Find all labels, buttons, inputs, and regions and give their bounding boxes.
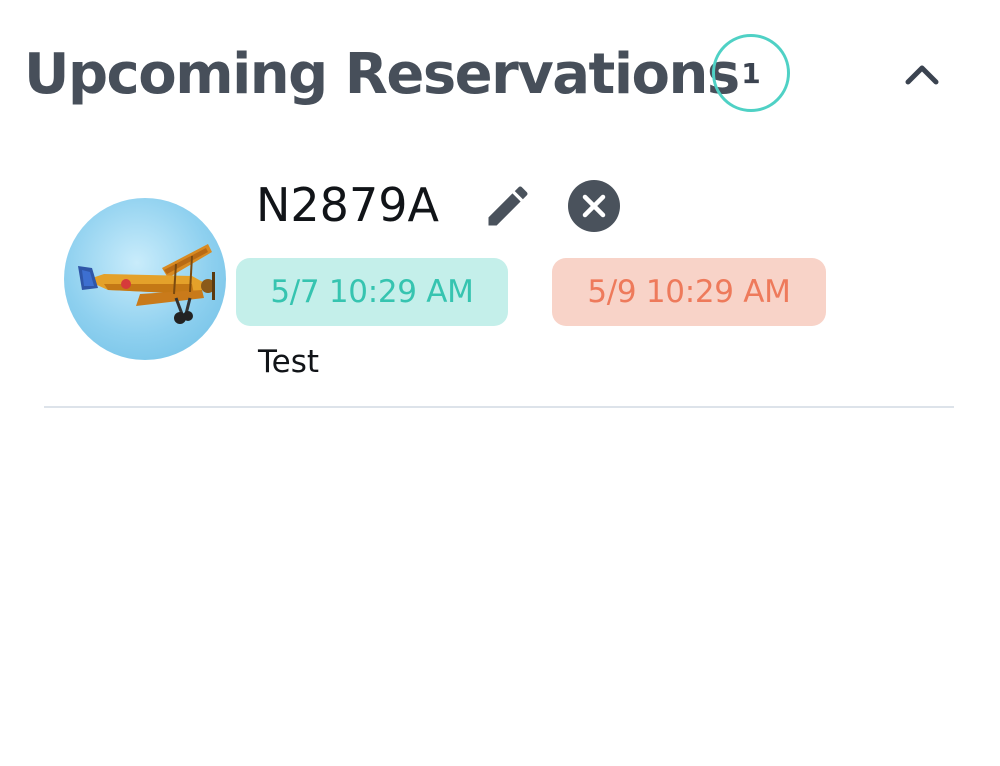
biplane-image — [78, 244, 215, 324]
reservation-note: Test — [258, 344, 320, 380]
cancel-reservation-button[interactable] — [566, 178, 622, 234]
section-header: Upcoming Reservations 1 — [24, 34, 960, 116]
upcoming-reservations-panel: Upcoming Reservations 1 N2879A 5/7 10:29… — [0, 0, 1000, 766]
edit-reservation-button[interactable] — [480, 178, 536, 234]
start-time-chip: 5/7 10:29 AM — [236, 258, 508, 326]
collapse-button[interactable] — [900, 52, 944, 96]
divider — [44, 406, 954, 408]
reservation-item[interactable]: N2879A 5/7 10:29 AM 5/9 10:29 AM Test — [44, 160, 954, 408]
reservation-count-badge: 1 — [712, 34, 790, 112]
chevron-up-icon — [905, 65, 939, 85]
end-time-chip: 5/9 10:29 AM — [552, 258, 826, 326]
pencil-icon — [488, 186, 528, 226]
close-circle-icon — [568, 180, 620, 232]
aircraft-avatar — [64, 198, 226, 360]
section-title: Upcoming Reservations — [24, 42, 740, 107]
tail-number: N2879A — [256, 178, 439, 232]
